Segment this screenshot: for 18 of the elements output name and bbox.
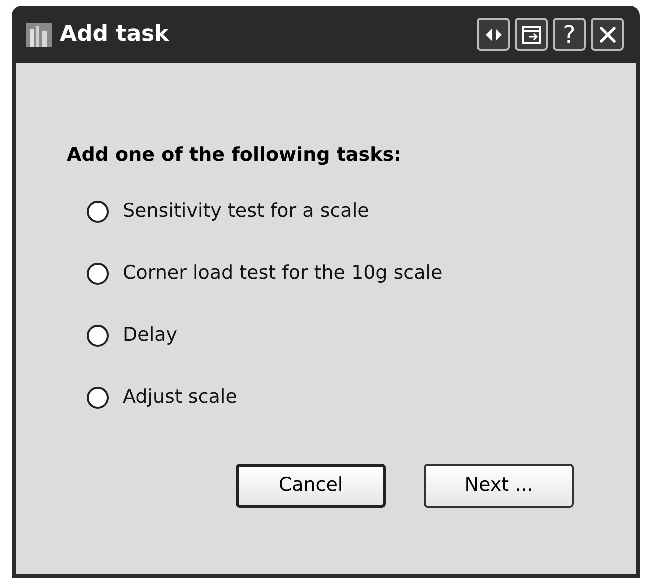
radio-button[interactable] — [87, 200, 109, 222]
radio-button[interactable] — [87, 262, 109, 284]
next-button[interactable]: Next ... — [424, 464, 574, 508]
radio-option[interactable]: Sensitivity test for a scale — [87, 198, 636, 226]
window-title: Add task — [60, 21, 170, 49]
radio-button[interactable] — [87, 386, 109, 408]
close-button[interactable] — [591, 18, 624, 51]
radio-option[interactable]: Corner load test for the 10g scale — [87, 260, 636, 288]
heading: Add one of the following tasks: — [67, 143, 403, 168]
radio-option[interactable]: Delay — [87, 322, 636, 350]
cancel-button[interactable]: Cancel — [236, 464, 386, 508]
left-right-arrows-icon — [486, 28, 502, 40]
resize-button[interactable] — [477, 18, 510, 51]
radio-button[interactable] — [87, 324, 109, 346]
radio-option[interactable]: Adjust scale — [87, 384, 636, 412]
app-icon — [26, 22, 52, 46]
help-button[interactable]: ? — [553, 18, 586, 51]
window-button[interactable] — [515, 18, 548, 51]
